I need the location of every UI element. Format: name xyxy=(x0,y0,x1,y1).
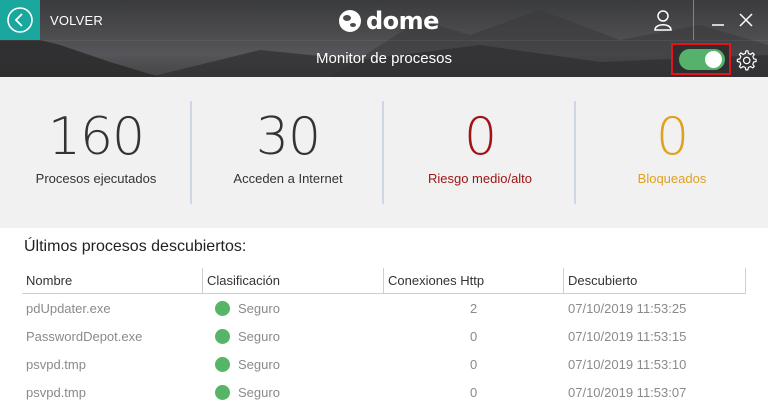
column-header-http-connections[interactable]: Conexiones Http xyxy=(388,273,484,288)
discovered-date: 07/10/2019 11:53:07 xyxy=(568,385,687,400)
column-separator[interactable] xyxy=(202,268,203,294)
settings-button[interactable] xyxy=(734,48,758,72)
minimize-button[interactable] xyxy=(706,8,730,32)
panda-logo-icon xyxy=(339,10,361,32)
stat-label: Procesos ejecutados xyxy=(35,171,157,186)
logo-text: dome xyxy=(366,7,439,35)
column-separator[interactable] xyxy=(383,268,384,294)
stat-label: Bloqueados xyxy=(637,171,707,186)
table-row[interactable]: PasswordDepot.exe Seguro 0 07/10/2019 11… xyxy=(22,322,746,350)
gear-icon xyxy=(736,50,757,71)
column-header-classification[interactable]: Clasificación xyxy=(207,273,280,288)
user-icon xyxy=(654,10,672,31)
process-name: PasswordDepot.exe xyxy=(26,329,143,344)
table-row[interactable]: pdUpdater.exe Seguro 2 07/10/2019 11:53:… xyxy=(22,294,746,322)
stat-internet-access: 30 Acceden a Internet xyxy=(192,77,384,228)
table-row[interactable]: psvpd.tmp Seguro 0 07/10/2019 11:53:10 xyxy=(22,350,746,378)
minimize-icon xyxy=(712,24,724,26)
safe-status-dot xyxy=(215,357,230,372)
discovered-date: 07/10/2019 11:53:10 xyxy=(568,357,687,372)
classification-label: Seguro xyxy=(238,357,280,372)
stat-blocked: 0 Bloqueados xyxy=(576,77,768,228)
safe-status-dot xyxy=(215,385,230,400)
chevron-left-icon xyxy=(7,7,33,33)
processes-table: Nombre Clasificación Conexiones Http Des… xyxy=(22,266,746,406)
topbar-divider xyxy=(0,40,768,41)
stat-label: Riesgo medio/alto xyxy=(427,171,533,186)
close-button[interactable] xyxy=(734,8,758,32)
page-title: Monitor de procesos xyxy=(316,50,452,67)
process-name: psvpd.tmp xyxy=(26,357,86,372)
safe-status-dot xyxy=(215,329,230,344)
back-label[interactable]: VOLVER xyxy=(50,13,103,28)
process-name: psvpd.tmp xyxy=(26,385,86,400)
column-separator[interactable] xyxy=(563,268,564,294)
column-header-name[interactable]: Nombre xyxy=(26,273,72,288)
stat-value: 0 xyxy=(463,107,497,167)
table-header: Nombre Clasificación Conexiones Http Des… xyxy=(22,266,746,294)
back-button[interactable] xyxy=(0,0,40,40)
toggle-knob xyxy=(705,51,722,68)
section-title: Últimos procesos descubiertos: xyxy=(24,238,247,255)
stats-panel: 160 Procesos ejecutados 30 Acceden a Int… xyxy=(0,77,768,228)
classification-label: Seguro xyxy=(238,385,280,400)
process-monitor-toggle[interactable] xyxy=(679,49,725,70)
classification-label: Seguro xyxy=(238,301,280,316)
discovered-date: 07/10/2019 11:53:15 xyxy=(568,329,687,344)
stat-medium-high-risk: 0 Riesgo medio/alto xyxy=(384,77,576,228)
http-connections: 2 xyxy=(470,301,478,316)
http-connections: 0 xyxy=(470,357,478,372)
classification-label: Seguro xyxy=(238,329,280,344)
discovered-date: 07/10/2019 11:53:25 xyxy=(568,301,687,316)
stat-label: Acceden a Internet xyxy=(233,171,343,186)
safe-status-dot xyxy=(215,301,230,316)
http-connections: 0 xyxy=(470,329,478,344)
stat-value: 0 xyxy=(655,107,689,167)
user-button[interactable] xyxy=(646,4,680,36)
stat-value: 160 xyxy=(47,107,145,167)
table-row[interactable]: psvpd.tmp Seguro 0 07/10/2019 11:53:07 xyxy=(22,378,746,406)
window-controls-separator xyxy=(693,0,694,40)
logo: dome xyxy=(338,7,439,35)
column-header-discovered[interactable]: Descubierto xyxy=(568,273,637,288)
close-icon xyxy=(739,13,753,27)
process-name: pdUpdater.exe xyxy=(26,301,111,316)
http-connections: 0 xyxy=(470,385,478,400)
stat-processes-executed: 160 Procesos ejecutados xyxy=(0,77,192,228)
column-separator xyxy=(745,268,746,294)
stat-value: 30 xyxy=(255,107,321,167)
